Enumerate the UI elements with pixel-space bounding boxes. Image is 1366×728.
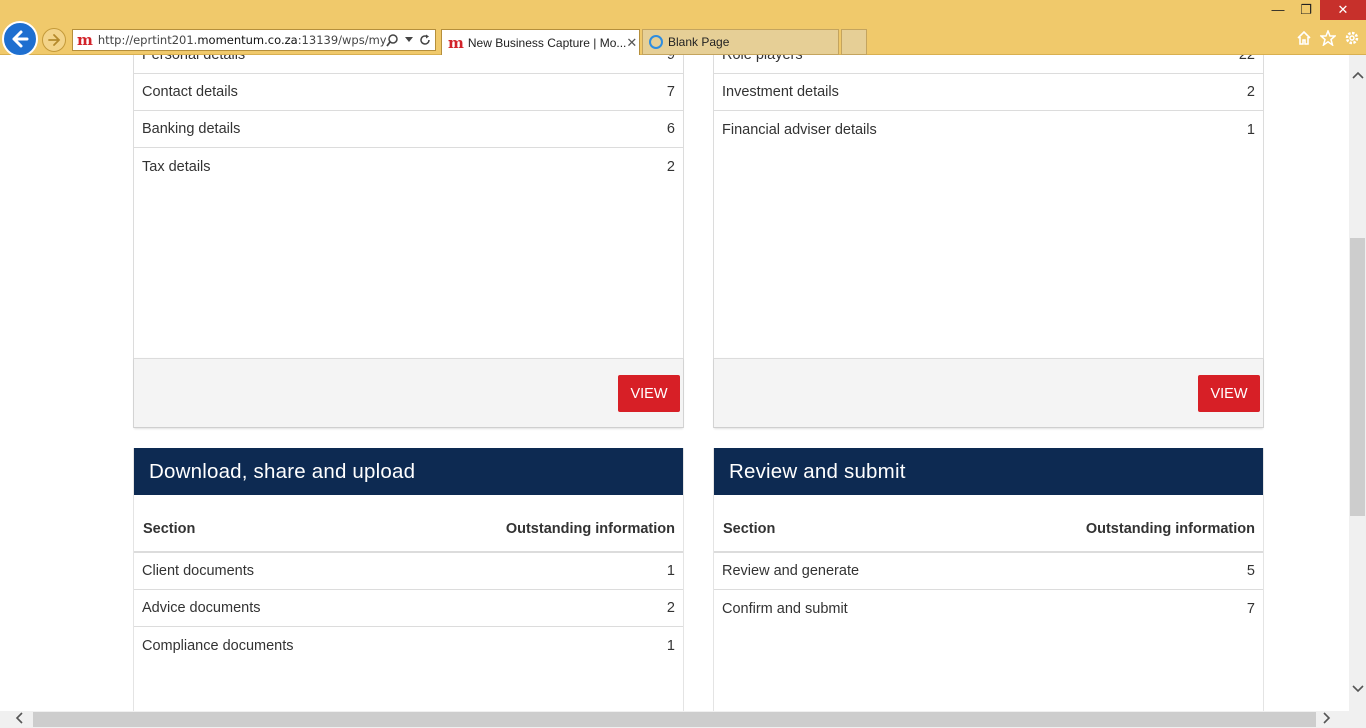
close-window-button[interactable]: ✕ xyxy=(1320,0,1366,20)
table-header: Section Outstanding information xyxy=(714,495,1263,553)
site-favicon: m xyxy=(448,33,464,52)
section-label: Investment details xyxy=(722,84,839,100)
card-title: Download, share and upload xyxy=(134,448,683,495)
outstanding-count: 1 xyxy=(1246,121,1255,138)
ie-icon xyxy=(649,35,663,49)
home-icon[interactable] xyxy=(1296,30,1312,46)
new-tab-button[interactable] xyxy=(841,29,867,55)
outstanding-count: 1 xyxy=(666,563,675,579)
column-header-outstanding: Outstanding information xyxy=(1085,521,1255,537)
tab-new-business-capture[interactable]: m New Business Capture | Mo... ✕ xyxy=(441,29,640,55)
browser-chrome: — ❐ ✕ m http://eprtint201.momentum.co.za… xyxy=(0,0,1366,57)
list-item: Personal details 9 xyxy=(134,55,683,74)
view-button[interactable]: VIEW xyxy=(618,375,680,412)
table-header: Section Outstanding information xyxy=(134,495,683,553)
list-item: Tax details 2 xyxy=(134,148,683,185)
tab-blank-page[interactable]: Blank Page xyxy=(642,29,839,55)
card-footer: VIEW xyxy=(134,358,683,428)
minimize-button[interactable]: — xyxy=(1264,0,1292,20)
tab-label: New Business Capture | Mo... xyxy=(467,35,627,50)
restore-button[interactable]: ❐ xyxy=(1292,0,1320,20)
outstanding-count: 5 xyxy=(1246,563,1255,579)
url-text[interactable]: http://eprtint201.momentum.co.za:13139/w… xyxy=(98,33,386,47)
section-label: Banking details xyxy=(142,121,241,137)
scrollbar-thumb[interactable] xyxy=(1350,238,1365,516)
card-title: Review and submit xyxy=(714,448,1263,495)
table-row: Compliance documents 1 xyxy=(134,627,683,664)
client-details-card: Personal details 9 Contact details 7 Ban… xyxy=(133,55,684,428)
section-label: Contact details xyxy=(142,84,238,100)
section-label: Client documents xyxy=(142,563,255,579)
back-button[interactable] xyxy=(2,21,38,57)
section-list: Personal details 9 Contact details 7 Ban… xyxy=(134,55,683,185)
list-item: Financial adviser details 1 xyxy=(714,111,1263,148)
search-icon[interactable] xyxy=(386,33,399,47)
section-label: Personal details xyxy=(142,55,246,63)
table-row: Review and generate 5 xyxy=(714,553,1263,590)
view-button[interactable]: VIEW xyxy=(1198,375,1260,412)
column-header-section: Section xyxy=(143,521,196,537)
gear-icon[interactable] xyxy=(1344,30,1360,46)
address-bar[interactable]: m http://eprtint201.momentum.co.za:13139… xyxy=(72,29,436,51)
scroll-down-icon[interactable] xyxy=(1349,681,1366,696)
page-viewport: Personal details 9 Contact details 7 Ban… xyxy=(0,55,1349,711)
scrollbar-corner xyxy=(1349,711,1366,728)
table-row: Confirm and submit 7 xyxy=(714,590,1263,627)
list-item: Role players 22 xyxy=(714,55,1263,74)
arrow-left-icon xyxy=(12,30,29,48)
table-row: Client documents 1 xyxy=(134,553,683,590)
browser-toolbar xyxy=(1296,30,1360,46)
column-header-outstanding: Outstanding information xyxy=(505,521,675,537)
vertical-scrollbar[interactable] xyxy=(1349,55,1366,711)
download-share-upload-card: Download, share and upload Section Outst… xyxy=(133,448,684,711)
section-label: Compliance documents xyxy=(142,637,294,654)
scroll-left-icon[interactable] xyxy=(15,711,23,728)
outstanding-count: 7 xyxy=(1246,600,1255,617)
star-icon[interactable] xyxy=(1320,30,1336,46)
dropdown-icon[interactable] xyxy=(405,37,413,43)
card-footer: VIEW xyxy=(714,358,1263,428)
section-label: Review and generate xyxy=(722,563,860,579)
outstanding-count: 2 xyxy=(666,158,675,175)
outstanding-count: 7 xyxy=(666,84,675,100)
section-label: Advice documents xyxy=(142,600,261,616)
outstanding-count: 2 xyxy=(1246,84,1255,100)
section-list: Role players 22 Investment details 2 Fin… xyxy=(714,55,1263,148)
arrow-right-icon xyxy=(48,34,61,46)
outstanding-count: 1 xyxy=(666,637,675,654)
section-label: Confirm and submit xyxy=(722,600,848,617)
scrollbar-thumb[interactable] xyxy=(33,712,1316,727)
section-label: Role players xyxy=(722,55,803,63)
outstanding-count: 22 xyxy=(1238,55,1255,63)
outstanding-count: 2 xyxy=(666,600,675,616)
section-list: Client documents 1 Advice documents 2 Co… xyxy=(134,553,683,664)
scroll-up-icon[interactable] xyxy=(1349,67,1366,82)
close-tab-icon[interactable]: ✕ xyxy=(626,35,637,51)
policy-details-card: Role players 22 Investment details 2 Fin… xyxy=(713,55,1264,428)
list-item: Investment details 2 xyxy=(714,74,1263,111)
list-item: Banking details 6 xyxy=(134,111,683,148)
outstanding-count: 9 xyxy=(666,55,675,63)
section-label: Tax details xyxy=(142,158,211,175)
review-and-submit-card: Review and submit Section Outstanding in… xyxy=(713,448,1264,711)
column-header-section: Section xyxy=(723,521,776,537)
section-list: Review and generate 5 Confirm and submit… xyxy=(714,553,1263,627)
forward-button[interactable] xyxy=(42,28,66,52)
horizontal-scrollbar[interactable] xyxy=(0,711,1349,728)
window-controls: — ❐ ✕ xyxy=(1264,0,1366,20)
section-label: Financial adviser details xyxy=(722,121,877,138)
site-favicon: m xyxy=(77,30,93,49)
tab-label: Blank Page xyxy=(668,35,730,49)
list-item: Contact details 7 xyxy=(134,74,683,111)
scroll-right-icon[interactable] xyxy=(1323,711,1331,728)
outstanding-count: 6 xyxy=(666,121,675,137)
refresh-icon[interactable] xyxy=(419,34,431,46)
table-row: Advice documents 2 xyxy=(134,590,683,627)
